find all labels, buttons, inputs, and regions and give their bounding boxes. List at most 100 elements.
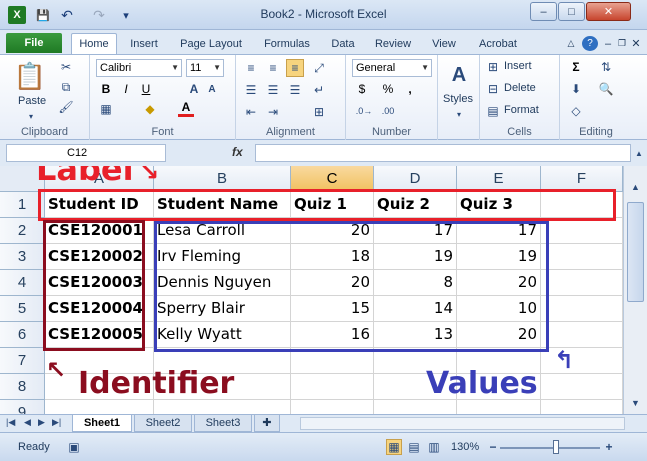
vertical-scroll-thumb[interactable] bbox=[627, 202, 644, 302]
font-color-icon[interactable]: A bbox=[178, 99, 194, 117]
workbook-close-icon[interactable]: ✕ bbox=[630, 33, 642, 54]
zoom-slider-thumb[interactable] bbox=[553, 440, 559, 454]
student-name-cell[interactable]: Irv Fleming bbox=[154, 244, 291, 270]
font-name-select[interactable]: Calibri ▼ bbox=[96, 59, 182, 77]
orientation-icon[interactable]: ⤢ bbox=[310, 59, 328, 77]
student-id-cell[interactable]: CSE120005 bbox=[45, 322, 154, 348]
quiz-score-cell[interactable]: 18 bbox=[291, 244, 374, 270]
workbook-minimize-icon[interactable]: – bbox=[602, 33, 614, 54]
quiz-score-cell[interactable]: 20 bbox=[457, 270, 541, 296]
empty-cell[interactable] bbox=[541, 400, 623, 414]
quiz-score-cell[interactable]: 16 bbox=[291, 322, 374, 348]
comma-icon[interactable]: , bbox=[402, 81, 418, 97]
name-box[interactable]: C12 bbox=[6, 144, 166, 162]
prev-sheet-icon[interactable]: ◀ bbox=[24, 417, 31, 428]
zoom-out-icon[interactable]: − bbox=[486, 439, 500, 455]
quiz-score-cell[interactable]: 15 bbox=[291, 296, 374, 322]
student-name-cell[interactable]: Sperry Blair bbox=[154, 296, 291, 322]
empty-cell[interactable] bbox=[291, 374, 374, 400]
row-header-9[interactable]: 9 bbox=[0, 400, 45, 414]
quiz-score-cell[interactable]: 14 bbox=[374, 296, 457, 322]
styles-icon[interactable]: A bbox=[446, 61, 472, 89]
increase-decimal-icon[interactable]: .0→ bbox=[354, 103, 374, 119]
empty-cell[interactable] bbox=[541, 218, 623, 244]
minimize-ribbon-icon[interactable]: △ bbox=[563, 33, 579, 54]
tab-insert[interactable]: Insert bbox=[123, 33, 165, 54]
decrease-decimal-icon[interactable]: .00 bbox=[378, 103, 398, 119]
tab-acrobat[interactable]: Acrobat bbox=[470, 33, 526, 54]
align-right-icon[interactable]: ☰ bbox=[286, 81, 304, 99]
page-break-view-icon[interactable]: ▥ bbox=[426, 439, 442, 455]
workbook-restore-icon[interactable]: ❐ bbox=[616, 33, 628, 54]
macro-record-icon[interactable]: ▣ bbox=[66, 439, 82, 455]
row-header-2[interactable]: 2 bbox=[0, 218, 45, 244]
fill-icon[interactable]: ⬇ bbox=[568, 81, 584, 97]
percent-icon[interactable]: % bbox=[380, 81, 396, 97]
tab-file[interactable]: File bbox=[6, 33, 62, 53]
tab-review[interactable]: Review bbox=[367, 33, 419, 54]
header-cell[interactable]: Student Name bbox=[154, 192, 291, 218]
format-cells-button[interactable]: Format bbox=[504, 104, 539, 116]
student-name-cell[interactable]: Lesa Carroll bbox=[154, 218, 291, 244]
quiz-score-cell[interactable]: 10 bbox=[457, 296, 541, 322]
vertical-scrollbar[interactable]: ▲ ▼ bbox=[623, 166, 647, 414]
zoom-slider[interactable] bbox=[500, 447, 600, 449]
student-id-cell[interactable]: CSE120001 bbox=[45, 218, 154, 244]
empty-cell[interactable] bbox=[291, 348, 374, 374]
row-header-5[interactable]: 5 bbox=[0, 296, 45, 322]
header-cell[interactable]: Quiz 2 bbox=[374, 192, 457, 218]
page-layout-view-icon[interactable]: ▤ bbox=[406, 439, 422, 455]
delete-cells-icon[interactable]: ⊟ bbox=[486, 81, 500, 97]
decrease-font-icon[interactable]: A bbox=[204, 81, 220, 97]
quiz-score-cell[interactable]: 20 bbox=[291, 270, 374, 296]
increase-font-icon[interactable]: A bbox=[186, 81, 202, 97]
format-painter-icon[interactable]: 🖌 bbox=[58, 99, 74, 115]
row-header-1[interactable]: 1 bbox=[0, 192, 45, 218]
autosum-icon[interactable]: Σ bbox=[568, 59, 584, 75]
increase-indent-icon[interactable]: ⇥ bbox=[264, 103, 282, 121]
quiz-score-cell[interactable]: 17 bbox=[457, 218, 541, 244]
next-sheet-icon[interactable]: ▶ bbox=[38, 417, 45, 428]
student-name-cell[interactable]: Kelly Wyatt bbox=[154, 322, 291, 348]
quiz-score-cell[interactable]: 20 bbox=[457, 322, 541, 348]
row-header-8[interactable]: 8 bbox=[0, 374, 45, 400]
copy-icon[interactable]: ⧉ bbox=[58, 79, 74, 95]
expand-formula-bar-icon[interactable]: ▲ bbox=[633, 145, 645, 161]
tab-page-layout[interactable]: Page Layout bbox=[172, 33, 250, 54]
tab-home[interactable]: Home bbox=[71, 33, 117, 54]
quiz-score-cell[interactable]: 19 bbox=[374, 244, 457, 270]
empty-cell[interactable] bbox=[541, 192, 623, 218]
restore-button[interactable]: □ bbox=[558, 2, 585, 21]
align-left-icon[interactable]: ☰ bbox=[242, 81, 260, 99]
sheet-tab-sheet1[interactable]: Sheet1 bbox=[72, 415, 132, 432]
tab-formulas[interactable]: Formulas bbox=[256, 33, 318, 54]
zoom-in-icon[interactable]: + bbox=[602, 439, 616, 455]
header-cell[interactable]: Student ID bbox=[45, 192, 154, 218]
styles-dropdown-icon[interactable]: ▾ bbox=[454, 109, 464, 119]
last-sheet-icon[interactable]: ▶| bbox=[52, 417, 61, 428]
quiz-score-cell[interactable]: 13 bbox=[374, 322, 457, 348]
header-cell[interactable]: Quiz 3 bbox=[457, 192, 541, 218]
empty-cell[interactable] bbox=[541, 374, 623, 400]
bold-icon[interactable]: B bbox=[98, 81, 114, 97]
insert-cells-button[interactable]: Insert bbox=[504, 60, 532, 72]
decrease-indent-icon[interactable]: ⇤ bbox=[242, 103, 260, 121]
column-header-c[interactable]: C bbox=[291, 166, 374, 192]
empty-cell[interactable] bbox=[45, 400, 154, 414]
align-center-icon[interactable]: ☰ bbox=[264, 81, 282, 99]
fill-color-icon[interactable]: ◆ bbox=[142, 101, 158, 117]
normal-view-icon[interactable]: ▦ bbox=[386, 439, 402, 455]
zoom-level[interactable]: 130% bbox=[451, 441, 479, 453]
paste-button-label[interactable]: Paste bbox=[18, 95, 46, 107]
scroll-up-icon[interactable]: ▲ bbox=[628, 180, 643, 195]
cut-icon[interactable]: ✂ bbox=[58, 59, 74, 75]
align-bottom-icon[interactable]: ≡ bbox=[286, 59, 304, 77]
tab-data[interactable]: Data bbox=[325, 33, 361, 54]
find-select-icon[interactable]: 🔍 bbox=[596, 81, 616, 97]
column-header-e[interactable]: E bbox=[457, 166, 541, 192]
underline-icon[interactable]: U bbox=[138, 81, 154, 97]
quiz-score-cell[interactable]: 19 bbox=[457, 244, 541, 270]
row-header-6[interactable]: 6 bbox=[0, 322, 45, 348]
format-cells-icon[interactable]: ▤ bbox=[486, 103, 500, 119]
align-top-icon[interactable]: ≡ bbox=[242, 59, 260, 77]
